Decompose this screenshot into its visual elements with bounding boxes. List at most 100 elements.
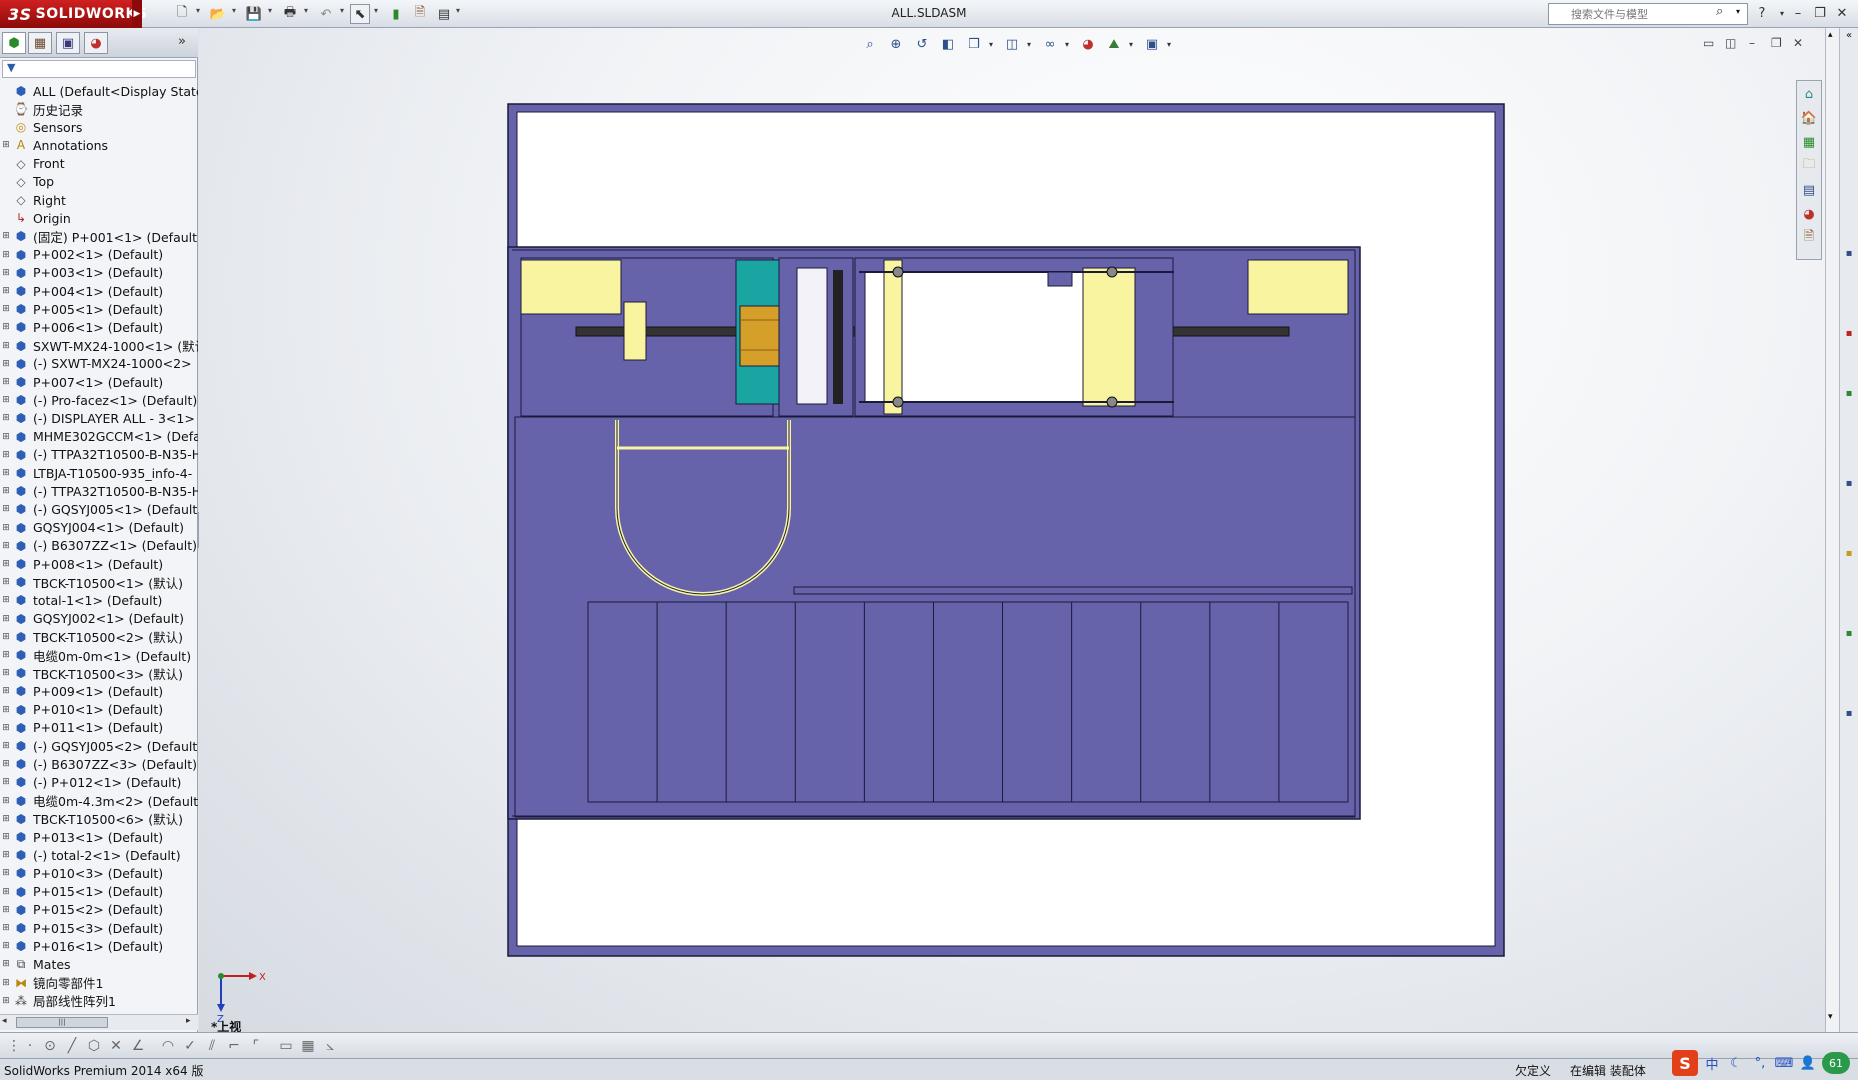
notification-badge[interactable]: 61 (1822, 1052, 1850, 1074)
tree-item[interactable]: ⊞ ⬢ P+010<1> (Default) (0, 701, 198, 719)
tree-expander-icon[interactable]: ⊞ (0, 723, 12, 733)
tree-item[interactable]: ◎ Sensors (0, 118, 198, 136)
grid-icon[interactable]: ▦ (298, 1036, 318, 1056)
tree-expander-icon[interactable]: ⊞ (0, 959, 12, 969)
tree-expander-icon[interactable]: ⊞ (0, 523, 12, 533)
file-properties-icon[interactable]: 🗎 (410, 4, 430, 24)
circle-icon[interactable]: ⊙ (40, 1036, 60, 1056)
tree-item[interactable]: ↳ Origin (0, 209, 198, 227)
punctuation-icon[interactable]: °, (1750, 1053, 1770, 1073)
tree-expander-icon[interactable]: ⊞ (0, 432, 12, 442)
propertymanager-tab-icon[interactable]: ▦ (28, 32, 52, 54)
polygon-icon[interactable]: ⬡ (84, 1036, 104, 1056)
tree-item[interactable]: ⊞ ⬢ P+003<1> (Default) (0, 264, 198, 282)
tree-expander-icon[interactable]: ⊞ (0, 705, 12, 715)
tree-expander-icon[interactable]: ⊞ (0, 250, 12, 260)
tree-expander-icon[interactable]: ⊞ (0, 231, 12, 241)
rectangle-icon[interactable]: ▭ (276, 1036, 296, 1056)
strip-tool-icon[interactable]: ▪ (1843, 548, 1855, 562)
tree-item[interactable]: ⊞ ⬢ P+015<2> (Default) (0, 901, 198, 919)
solidworks-menu-arrow-icon[interactable]: ▶ (132, 0, 142, 28)
tree-item[interactable]: ⊞ ⬢ TBCK-T10500<3> (默认) (0, 664, 198, 682)
file-explorer-icon[interactable]: ▦ (1797, 131, 1821, 153)
line-icon[interactable]: ╱ (62, 1036, 82, 1056)
scroll-up-icon[interactable]: ▴ (1828, 30, 1833, 40)
tree-item[interactable]: ⊞ ⬢ P+010<3> (Default) (0, 864, 198, 882)
strip-expand-icon[interactable]: « (1843, 30, 1855, 44)
tree-item[interactable]: ⊞ ⬢ MHME302GCCM<1> (Defa (0, 428, 198, 446)
panel-expand-icon[interactable]: » (178, 34, 186, 49)
point-icon[interactable]: · (20, 1036, 40, 1056)
tree-item[interactable]: ⊞ ⁂ 局部线性阵列1 (0, 992, 198, 1010)
tree-item[interactable]: ⊞ ⬢ 电缆0m-0m<1> (Default) (0, 646, 198, 664)
strip-tool-icon[interactable]: ▪ (1843, 328, 1855, 342)
tree-item[interactable]: ⊞ ⬢ total-1<1> (Default) (0, 591, 198, 609)
assembly-top-view-model[interactable] (199, 28, 1825, 1032)
user-icon[interactable]: 👤 (1798, 1053, 1818, 1073)
tree-item[interactable]: ⊞ ⬢ P+004<1> (Default) (0, 282, 198, 300)
tree-item[interactable]: ⊞ ⬢ (-) Pro-facez<1> (Default) (0, 391, 198, 409)
strip-tool-icon[interactable]: ▪ (1843, 388, 1855, 402)
tree-item[interactable]: ⊞ ⬢ P+009<1> (Default) (0, 682, 198, 700)
tree-expander-icon[interactable]: ⊞ (0, 814, 12, 824)
rebuild-traffic-light-icon[interactable]: ▮ (386, 4, 406, 24)
sogou-ime-icon[interactable]: S (1672, 1050, 1698, 1076)
tree-item[interactable]: ⊞ ⬢ TBCK-T10500<6> (默认) (0, 810, 198, 828)
trim-icon[interactable]: ✕ (106, 1036, 126, 1056)
tree-expander-icon[interactable]: ⊞ (0, 741, 12, 751)
tree-item[interactable]: ⊞ ⬢ TBCK-T10500<2> (默认) (0, 628, 198, 646)
graphics-area[interactable]: ⌕ ⊕ ↺ ◧ ❒ ▾ ◫ ▾ ∞ ▾ ◕ ⛰ ▾ ▣ ▾ ▭ ◫ – ❐ ✕ (199, 28, 1825, 1034)
arc-icon[interactable]: ◠ (158, 1036, 178, 1056)
ime-language-indicator[interactable]: 中 (1702, 1053, 1722, 1073)
angle-line-icon[interactable]: ∠ (128, 1036, 148, 1056)
scroll-thumb[interactable]: ||| (16, 1017, 108, 1028)
new-document-icon[interactable]: 🗋 (172, 4, 192, 24)
tree-item[interactable]: ⌚ 历史记录 (0, 100, 198, 118)
tree-expander-icon[interactable]: ⊞ (0, 304, 12, 314)
tree-expander-icon[interactable]: ⊞ (0, 140, 12, 150)
tree-expander-icon[interactable]: ⊞ (0, 577, 12, 587)
tree-expander-icon[interactable]: ⊞ (0, 559, 12, 569)
tree-expander-icon[interactable]: ⊞ (0, 868, 12, 878)
tree-item[interactable]: ⊞ ⬢ P+006<1> (Default) (0, 318, 198, 336)
tree-expander-icon[interactable]: ⊞ (0, 668, 12, 678)
options-dropdown-icon[interactable]: ▾ (456, 6, 460, 15)
tree-expander-icon[interactable]: ⊞ (0, 322, 12, 332)
tree-item[interactable]: ◇ Top (0, 173, 198, 191)
appearances-icon[interactable]: ◕ (1797, 203, 1821, 225)
solidworks-resources-icon[interactable]: ⌂ (1797, 83, 1821, 105)
select-pointer-icon[interactable]: ⬉ (350, 4, 370, 24)
tree-item[interactable]: ⊞ ⬢ P+005<1> (Default) (0, 300, 198, 318)
tree-expander-icon[interactable]: ⊞ (0, 923, 12, 933)
tree-expander-icon[interactable]: ⊞ (0, 413, 12, 423)
tree-item[interactable]: ⊞ ⬢ (固定) P+001<1> (Default) (0, 227, 198, 245)
tree-item[interactable]: ⊞ ⬢ (-) GQSYJ005<1> (Default) (0, 500, 198, 518)
search-dropdown-icon[interactable]: ▾ (1736, 7, 1740, 16)
tree-expander-icon[interactable]: ⊞ (0, 468, 12, 478)
tree-item[interactable]: ⊞ ⬢ 电缆0m-4.3m<2> (Default) (0, 792, 198, 810)
tree-expander-icon[interactable]: ⊞ (0, 541, 12, 551)
tree-item[interactable]: ⊞ ⧉ Mates (0, 955, 198, 973)
tree-item[interactable]: ⊞ ⬢ (-) SXWT-MX24-1000<2> (0, 355, 198, 373)
tree-item[interactable]: ⊞ ⬢ (-) P+012<1> (Default) (0, 773, 198, 791)
tree-item[interactable]: ⊞ ⬢ P+002<1> (Default) (0, 246, 198, 264)
tree-expander-icon[interactable]: ⊞ (0, 486, 12, 496)
tree-item[interactable]: ⊞ ⬢ P+008<1> (Default) (0, 555, 198, 573)
save-icon[interactable]: 💾 (244, 4, 264, 24)
strip-tool-icon[interactable]: ▪ (1843, 478, 1855, 492)
custom-properties-icon[interactable]: 🗎 (1797, 227, 1821, 249)
check-relation-icon[interactable]: ✓ (180, 1036, 200, 1056)
strip-tool-icon[interactable]: ▪ (1843, 248, 1855, 262)
featuremanager-tab-icon[interactable]: ⬢ (2, 32, 26, 54)
tree-item[interactable]: ◇ Front (0, 155, 198, 173)
tree-expander-icon[interactable]: ⊞ (0, 832, 12, 842)
tree-item[interactable]: ⊞ ⬢ (-) TTPA32T10500-B-N35-H (0, 482, 198, 500)
tree-item[interactable]: ⊞ ⧓ 镜向零部件1 (0, 974, 198, 992)
offset-icon[interactable]: ⫽ (202, 1036, 222, 1056)
tree-expander-icon[interactable]: ⊞ (0, 359, 12, 369)
tree-item[interactable]: ⊞ ⬢ (-) B6307ZZ<1> (Default) (0, 537, 198, 555)
tree-expander-icon[interactable]: ⊞ (0, 887, 12, 897)
tree-expander-icon[interactable]: ⊞ (0, 341, 12, 351)
angle-dimension-icon[interactable]: ⦣ (320, 1036, 340, 1056)
save-dropdown-icon[interactable]: ▾ (268, 6, 272, 15)
